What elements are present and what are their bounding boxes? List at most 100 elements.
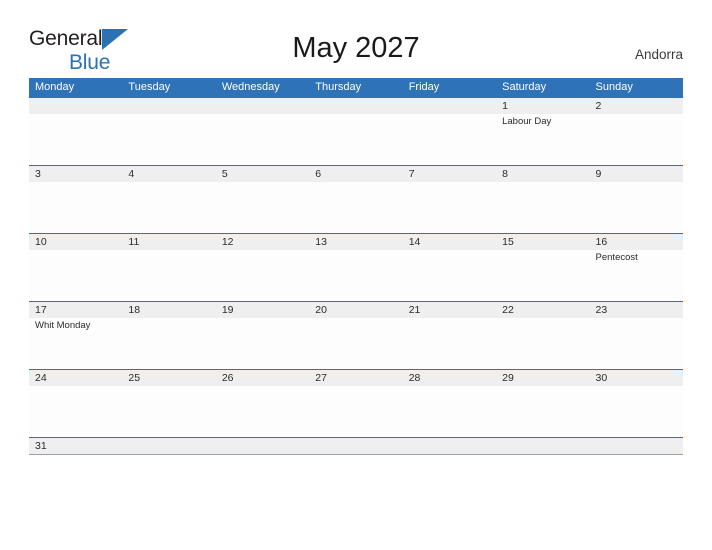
day-event (403, 182, 496, 233)
week-row: 10 11 12 13 14 15 16 Pentecost (29, 233, 683, 301)
day-number[interactable]: 7 (403, 166, 496, 182)
week-day-number-band: 10 11 12 13 14 15 16 (29, 234, 683, 250)
day-number[interactable] (122, 438, 215, 454)
day-event (122, 114, 215, 165)
day-number[interactable]: 25 (122, 370, 215, 386)
day-event (403, 454, 496, 456)
day-event (216, 386, 309, 437)
week-day-number-band: 31 (29, 438, 683, 454)
day-number[interactable]: 31 (29, 438, 122, 454)
week-day-number-band: 3 4 5 6 7 8 9 (29, 166, 683, 182)
day-number[interactable]: 2 (590, 98, 683, 114)
day-event (309, 454, 402, 456)
day-number[interactable]: 14 (403, 234, 496, 250)
day-number[interactable]: 10 (29, 234, 122, 250)
day-number[interactable]: 24 (29, 370, 122, 386)
day-number[interactable] (309, 438, 402, 454)
day-number[interactable]: 27 (309, 370, 402, 386)
week-event-body: Labour Day (29, 114, 683, 165)
day-number[interactable]: 8 (496, 166, 589, 182)
calendar-grid: Monday Tuesday Wednesday Thursday Friday… (29, 78, 683, 455)
day-event (403, 318, 496, 369)
day-number[interactable]: 15 (496, 234, 589, 250)
day-event (309, 386, 402, 437)
day-event (29, 386, 122, 437)
day-number[interactable]: 16 (590, 234, 683, 250)
day-event: Pentecost (595, 252, 638, 263)
day-event (590, 114, 683, 165)
day-number[interactable] (496, 438, 589, 454)
day-event (216, 318, 309, 369)
day-event (496, 454, 589, 456)
day-number[interactable] (590, 438, 683, 454)
day-number[interactable]: 28 (403, 370, 496, 386)
day-event (496, 250, 589, 301)
day-number[interactable] (216, 438, 309, 454)
day-event (122, 386, 215, 437)
day-number[interactable]: 9 (590, 166, 683, 182)
day-number[interactable]: 1 (496, 98, 589, 114)
week-row: 3 4 5 6 7 8 9 (29, 165, 683, 233)
day-event (122, 454, 215, 456)
day-event (403, 114, 496, 165)
day-number[interactable]: 13 (309, 234, 402, 250)
week-event-body: Whit Monday (29, 318, 683, 369)
day-event (122, 318, 215, 369)
day-number[interactable]: 6 (309, 166, 402, 182)
week-day-number-band: 1 2 (29, 98, 683, 114)
day-number[interactable]: 19 (216, 302, 309, 318)
day-event (496, 182, 589, 233)
day-number[interactable]: 4 (122, 166, 215, 182)
day-number[interactable]: 11 (122, 234, 215, 250)
day-event (496, 386, 589, 437)
day-number[interactable]: 21 (403, 302, 496, 318)
day-event (29, 114, 122, 165)
weekday-header-tuesday: Tuesday (128, 81, 171, 93)
day-event (216, 182, 309, 233)
week-event-body (29, 386, 683, 437)
day-number[interactable] (122, 98, 215, 114)
day-event (590, 386, 683, 437)
day-number[interactable] (309, 98, 402, 114)
day-number[interactable]: 3 (29, 166, 122, 182)
page-title: May 2027 (292, 32, 420, 64)
day-event (403, 250, 496, 301)
day-number[interactable] (403, 98, 496, 114)
day-number[interactable]: 29 (496, 370, 589, 386)
day-event (590, 182, 683, 233)
day-number[interactable]: 22 (496, 302, 589, 318)
day-number[interactable]: 17 (29, 302, 122, 318)
day-number[interactable]: 18 (122, 302, 215, 318)
day-event: Labour Day (502, 116, 552, 127)
day-event (216, 114, 309, 165)
weekday-header-row: Monday Tuesday Wednesday Thursday Friday… (29, 78, 683, 97)
day-event (122, 250, 215, 301)
day-event (309, 250, 402, 301)
weekday-header-monday: Monday (35, 81, 75, 93)
day-event (216, 250, 309, 301)
day-number[interactable]: 23 (590, 302, 683, 318)
week-day-number-band: 17 18 19 20 21 22 23 (29, 302, 683, 318)
day-number[interactable] (29, 98, 122, 114)
week-event-body (29, 182, 683, 233)
weekday-header-sunday: Sunday (595, 81, 633, 93)
day-number[interactable]: 26 (216, 370, 309, 386)
day-number[interactable]: 12 (216, 234, 309, 250)
day-number[interactable] (403, 438, 496, 454)
day-event (29, 454, 122, 456)
day-number[interactable] (216, 98, 309, 114)
country-label: Andorra (634, 47, 683, 62)
day-event: Whit Monday (35, 320, 91, 331)
day-number[interactable]: 30 (590, 370, 683, 386)
day-number[interactable]: 5 (216, 166, 309, 182)
day-event (216, 454, 309, 456)
week-day-number-band: 24 25 26 27 28 29 30 (29, 370, 683, 386)
day-event (309, 182, 402, 233)
day-event (403, 386, 496, 437)
day-event (309, 318, 402, 369)
day-event (29, 182, 122, 233)
day-number[interactable]: 20 (309, 302, 402, 318)
page-header: General Blue May 2027 Andorra (0, 0, 712, 73)
weekday-header-saturday: Saturday (502, 81, 547, 93)
day-event (29, 250, 122, 301)
